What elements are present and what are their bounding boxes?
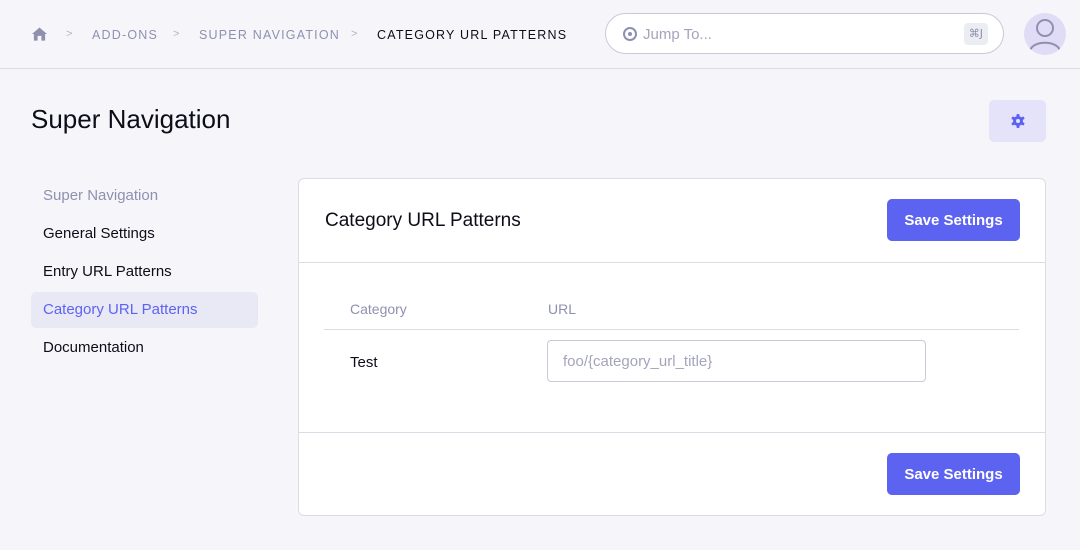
breadcrumb-separator: > xyxy=(351,28,358,40)
shortcut-hint: ⌘J xyxy=(963,23,988,45)
breadcrumb-super-navigation[interactable]: SUPER NAVIGATION xyxy=(199,28,340,42)
jump-to-search[interactable]: ⌘J xyxy=(605,13,1004,54)
save-settings-button-top[interactable]: Save Settings xyxy=(887,199,1020,241)
user-icon xyxy=(1029,19,1061,52)
breadcrumb-separator: > xyxy=(66,28,73,40)
sidebar-item-general-settings[interactable]: General Settings xyxy=(31,216,258,252)
avatar[interactable] xyxy=(1024,13,1066,55)
sidebar-item-documentation[interactable]: Documentation xyxy=(31,330,258,366)
breadcrumb-add-ons[interactable]: ADD-ONS xyxy=(92,28,158,42)
gear-icon xyxy=(1011,114,1024,128)
column-header-category: Category xyxy=(350,301,407,317)
jump-to-input[interactable] xyxy=(643,22,943,46)
save-settings-button-bottom[interactable]: Save Settings xyxy=(887,453,1020,495)
column-header-url: URL xyxy=(548,301,577,317)
sidebar-item-entry-url-patterns[interactable]: Entry URL Patterns xyxy=(31,254,258,290)
breadcrumb-current: CATEGORY URL PATTERNS xyxy=(377,28,568,42)
top-bar: > ADD-ONS > SUPER NAVIGATION > CATEGORY … xyxy=(0,0,1080,69)
panel-title: Category URL Patterns xyxy=(325,210,521,231)
panel-footer-divider xyxy=(299,432,1045,433)
settings-panel: Category URL Patterns Save Settings Cate… xyxy=(298,178,1046,516)
jump-icon xyxy=(623,27,637,41)
settings-button[interactable] xyxy=(989,100,1046,142)
url-pattern-input[interactable] xyxy=(547,340,926,382)
category-cell: Test xyxy=(350,354,378,371)
panel-header-divider xyxy=(299,262,1045,263)
sidebar-header: Super Navigation xyxy=(43,187,159,204)
sidebar-item-category-url-patterns[interactable]: Category URL Patterns xyxy=(31,292,258,328)
breadcrumb-separator: > xyxy=(173,28,180,40)
table-header-divider xyxy=(324,329,1019,330)
page-title: Super Navigation xyxy=(31,104,231,134)
home-icon[interactable] xyxy=(32,27,47,41)
